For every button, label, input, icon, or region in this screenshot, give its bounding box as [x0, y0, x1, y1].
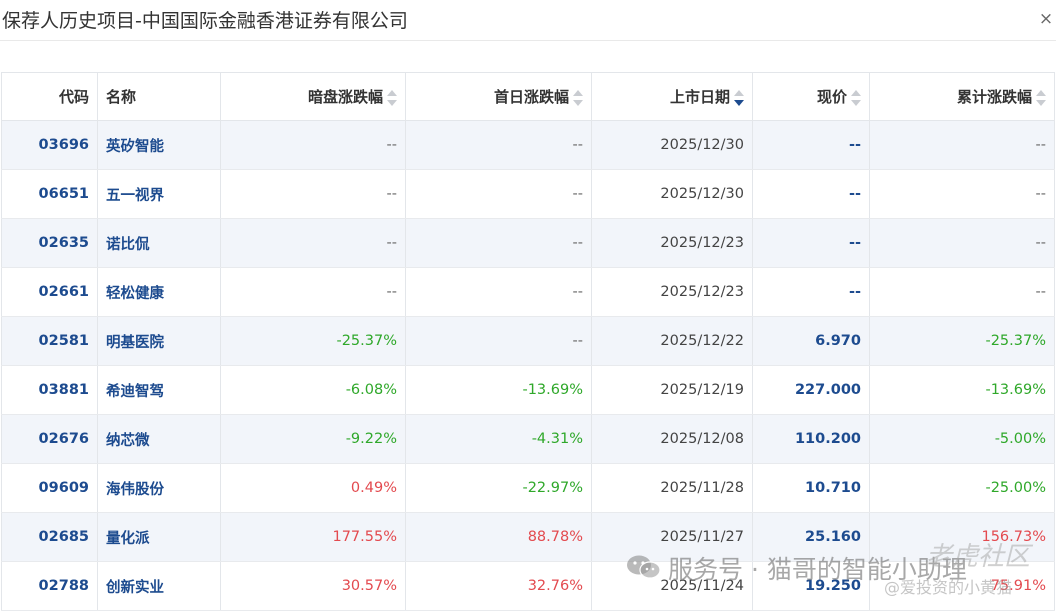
sort-desc-icon[interactable] — [734, 89, 744, 107]
dialog-header: 保荐人历史项目-中国国际金融香港证券有限公司 × — [0, 0, 1056, 41]
current-price-cell: -- — [752, 169, 870, 219]
cumulative-change-cell: -25.00% — [869, 463, 1055, 513]
sort-icon[interactable] — [1036, 89, 1046, 107]
current-price-cell: -- — [752, 267, 870, 317]
stock-name-cell[interactable]: 明基医院 — [97, 316, 221, 366]
current-price-cell: -- — [752, 120, 870, 170]
stock-code-cell[interactable]: 02676 — [1, 414, 98, 464]
listing-date-cell: 2025/12/30 — [591, 120, 753, 170]
first-day-change-cell: -- — [405, 267, 592, 317]
stock-name-cell[interactable]: 英矽智能 — [97, 120, 221, 170]
current-price-cell: 19.250 — [752, 561, 870, 611]
grey-market-change-cell: -9.22% — [220, 414, 406, 464]
first-day-change-cell: -- — [405, 316, 592, 366]
listing-date-cell: 2025/12/30 — [591, 169, 753, 219]
stock-code-cell[interactable]: 06651 — [1, 169, 98, 219]
stock-name-cell[interactable]: 轻松健康 — [97, 267, 221, 317]
current-price-cell: 6.970 — [752, 316, 870, 366]
first-day-change-cell: 88.78% — [405, 512, 592, 562]
table-row[interactable]: 02635 诺比侃 -- -- 2025/12/23 -- -- — [1, 218, 1055, 268]
current-price-cell: -- — [752, 218, 870, 268]
listing-date-cell: 2025/12/22 — [591, 316, 753, 366]
cumulative-change-cell: -5.00% — [869, 414, 1055, 464]
grey-market-change-cell: -6.08% — [220, 365, 406, 415]
column-header-first-day[interactable]: 首日涨跌幅 — [405, 72, 592, 121]
table-row[interactable]: 02661 轻松健康 -- -- 2025/12/23 -- -- — [1, 267, 1055, 317]
table-row[interactable]: 02581 明基医院 -25.37% -- 2025/12/22 6.970 -25.37% — [1, 316, 1055, 366]
listing-date-cell: 2025/11/24 — [591, 561, 753, 611]
table-row[interactable]: 06651 五一视界 -- -- 2025/12/30 -- -- — [1, 169, 1055, 219]
stock-code-cell[interactable]: 02685 — [1, 512, 98, 562]
listing-date-cell: 2025/12/19 — [591, 365, 753, 415]
stock-code-cell[interactable]: 02635 — [1, 218, 98, 268]
first-day-change-cell: -22.97% — [405, 463, 592, 513]
stock-code-cell[interactable]: 02661 — [1, 267, 98, 317]
stock-code-cell[interactable]: 02788 — [1, 561, 98, 611]
sort-icon[interactable] — [387, 89, 397, 107]
first-day-change-cell: -- — [405, 218, 592, 268]
grey-market-change-cell: -- — [220, 218, 406, 268]
grey-market-change-cell: -- — [220, 120, 406, 170]
current-price-cell: 227.000 — [752, 365, 870, 415]
listing-date-cell: 2025/12/23 — [591, 267, 753, 317]
stock-name-cell[interactable]: 诺比侃 — [97, 218, 221, 268]
stock-name-cell[interactable]: 量化派 — [97, 512, 221, 562]
column-header-code: 代码 — [1, 72, 98, 121]
grey-market-change-cell: -- — [220, 169, 406, 219]
column-header-listing-date[interactable]: 上市日期 — [591, 72, 753, 121]
table-row[interactable]: 02788 创新实业 30.57% 32.76% 2025/11/24 19.250 75.… — [1, 561, 1055, 611]
table-row[interactable]: 03696 英矽智能 -- -- 2025/12/30 -- -- — [1, 120, 1055, 170]
cumulative-change-cell: -- — [869, 218, 1055, 268]
stock-code-cell[interactable]: 09609 — [1, 463, 98, 513]
table-row[interactable]: 02685 量化派 177.55% 88.78% 2025/11/27 25.160 156… — [1, 512, 1055, 562]
stock-name-cell[interactable]: 创新实业 — [97, 561, 221, 611]
column-header-name: 名称 — [97, 72, 221, 121]
first-day-change-cell: -- — [405, 169, 592, 219]
first-day-change-cell: -13.69% — [405, 365, 592, 415]
listing-date-cell: 2025/12/23 — [591, 218, 753, 268]
grey-market-change-cell: -25.37% — [220, 316, 406, 366]
first-day-change-cell: -- — [405, 120, 592, 170]
current-price-cell: 25.160 — [752, 512, 870, 562]
listing-date-cell: 2025/11/27 — [591, 512, 753, 562]
sort-icon[interactable] — [573, 89, 583, 107]
cumulative-change-cell: -- — [869, 120, 1055, 170]
cumulative-change-cell: 75.91% — [869, 561, 1055, 611]
listing-date-cell: 2025/12/08 — [591, 414, 753, 464]
sponsor-history-table: 代码 名称 暗盘涨跌幅 首日涨跌幅 上市日期 现价 累计涨跌幅 03696 英矽智… — [1, 72, 1055, 611]
close-icon[interactable]: × — [1038, 11, 1054, 28]
cumulative-change-cell: -- — [869, 267, 1055, 317]
sort-icon[interactable] — [851, 89, 861, 107]
cumulative-change-cell: -- — [869, 169, 1055, 219]
stock-name-cell[interactable]: 海伟股份 — [97, 463, 221, 513]
cumulative-change-cell: -13.69% — [869, 365, 1055, 415]
stock-name-cell[interactable]: 纳芯微 — [97, 414, 221, 464]
current-price-cell: 110.200 — [752, 414, 870, 464]
table-header-row: 代码 名称 暗盘涨跌幅 首日涨跌幅 上市日期 现价 累计涨跌幅 — [1, 72, 1055, 121]
listing-date-cell: 2025/11/28 — [591, 463, 753, 513]
stock-code-cell[interactable]: 03881 — [1, 365, 98, 415]
stock-code-cell[interactable]: 03696 — [1, 120, 98, 170]
table-row[interactable]: 02676 纳芯微 -9.22% -4.31% 2025/12/08 110.200 -5.… — [1, 414, 1055, 464]
column-header-cumulative[interactable]: 累计涨跌幅 — [869, 72, 1055, 121]
first-day-change-cell: 32.76% — [405, 561, 592, 611]
grey-market-change-cell: 177.55% — [220, 512, 406, 562]
column-header-price[interactable]: 现价 — [752, 72, 870, 121]
grey-market-change-cell: 0.49% — [220, 463, 406, 513]
table-row[interactable]: 03881 希迪智驾 -6.08% -13.69% 2025/12/19 227.000-… — [1, 365, 1055, 415]
cumulative-change-cell: 156.73% — [869, 512, 1055, 562]
cumulative-change-cell: -25.37% — [869, 316, 1055, 366]
stock-name-cell[interactable]: 希迪智驾 — [97, 365, 221, 415]
table-row[interactable]: 09609 海伟股份 0.49% -22.97% 2025/11/28 10.710 -25… — [1, 463, 1055, 513]
column-header-grey-market[interactable]: 暗盘涨跌幅 — [220, 72, 406, 121]
table-body: 03696 英矽智能 -- -- 2025/12/30 -- -- 06651 五一视界 -- --… — [1, 120, 1055, 611]
first-day-change-cell: -4.31% — [405, 414, 592, 464]
dialog-title: 保荐人历史项目-中国国际金融香港证券有限公司 — [2, 10, 408, 32]
stock-code-cell[interactable]: 02581 — [1, 316, 98, 366]
grey-market-change-cell: -- — [220, 267, 406, 317]
stock-name-cell[interactable]: 五一视界 — [97, 169, 221, 219]
current-price-cell: 10.710 — [752, 463, 870, 513]
grey-market-change-cell: 30.57% — [220, 561, 406, 611]
